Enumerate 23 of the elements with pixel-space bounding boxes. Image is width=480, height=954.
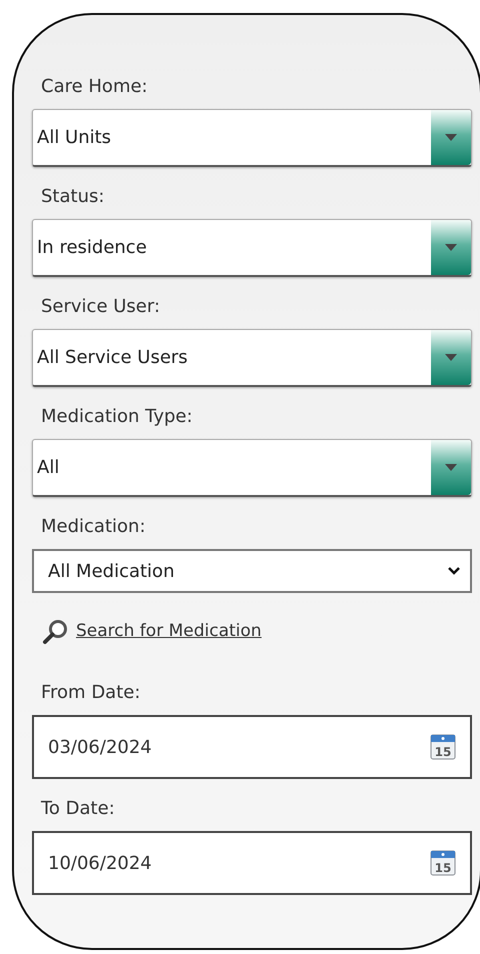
search-link[interactable]: Search for Medication: [32, 619, 262, 645]
dropdown[interactable]: All Service Users: [32, 329, 472, 387]
search-icon: [42, 619, 68, 645]
calendar-icon: 15: [430, 850, 456, 876]
dropdown[interactable]: All Units: [32, 109, 472, 167]
field-label: Medication Type:: [40, 405, 193, 429]
calendar-icon: 15: [430, 734, 456, 760]
dropdown-arrow-icon: [445, 464, 457, 471]
dropdown-arrow-icon: [445, 354, 457, 361]
dropdown[interactable]: All Medication: [32, 549, 472, 593]
field-label: To Date:: [40, 797, 115, 821]
dropdown-arrow-icon: [445, 244, 457, 251]
field-label: Care Home:: [40, 75, 148, 99]
date-field[interactable]: 03/06/2024 15: [32, 715, 472, 779]
field-label: Status:: [40, 185, 104, 209]
field-label: From Date:: [40, 681, 140, 705]
dropdown[interactable]: All: [32, 439, 472, 497]
date-field[interactable]: 10/06/2024 15: [32, 831, 472, 895]
dropdown[interactable]: In residence: [32, 219, 472, 277]
dropdown-arrow-icon: [445, 134, 457, 141]
field-label: Medication:: [40, 515, 146, 539]
caret-icon: [448, 567, 460, 575]
field-label: Service User:: [40, 295, 160, 319]
